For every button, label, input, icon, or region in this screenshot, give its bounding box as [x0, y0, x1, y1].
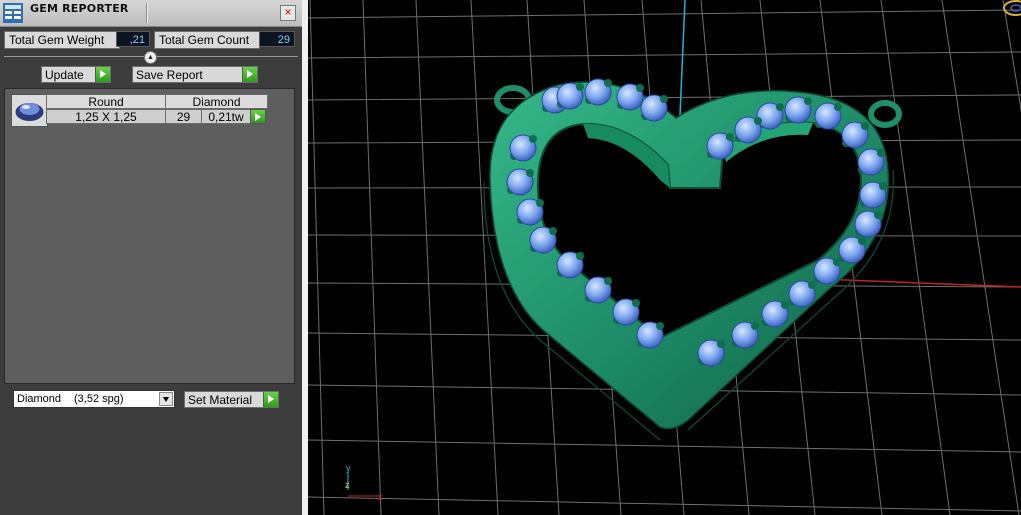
update-button[interactable]: Update [41, 66, 111, 83]
axis-label-x: x [378, 492, 383, 502]
total-gem-weight-label: Total Gem Weight [4, 31, 120, 49]
pendant-bail-right [868, 100, 902, 128]
axis-label-z: z [345, 480, 350, 490]
total-gem-weight-value: ,21 [116, 31, 150, 47]
collapse-button[interactable]: ▲ [144, 51, 157, 64]
gem-row-action-button[interactable] [250, 109, 266, 124]
gem-size: 1,25 X 1,25 [46, 109, 166, 124]
gem-prong [877, 149, 885, 157]
close-icon: × [284, 5, 292, 19]
title-separator [146, 3, 147, 23]
3d-viewport[interactable]: y z x [308, 0, 1021, 515]
gem-prong [776, 103, 784, 111]
orientation-ring-icon[interactable] [1003, 0, 1021, 16]
total-gem-count-value: 29 [259, 31, 295, 47]
gem-prong [604, 277, 612, 285]
material-dropdown[interactable]: Diamond (3,52 spg) [13, 390, 175, 408]
gem-prong [754, 117, 762, 125]
close-button[interactable]: × [280, 5, 296, 21]
gem-prong [604, 79, 612, 87]
material-dropdown-spg: (3,52 spg) [74, 393, 124, 405]
play-arrow-icon [251, 110, 265, 123]
save-report-button-label: Save Report [136, 68, 203, 82]
gem-list[interactable]: Round Diamond 1,25 X 1,25 29 0,21tw [4, 88, 295, 384]
gem-prong [808, 281, 816, 289]
set-material-button[interactable]: Set Material [184, 391, 279, 408]
total-gem-count-label: Total Gem Count [154, 31, 260, 49]
viewport-canvas[interactable]: y z x [308, 0, 1021, 515]
gem-prong [858, 237, 866, 245]
gem-prong [874, 211, 882, 219]
axis-label-y: y [346, 463, 351, 473]
gem-weight: 0,21tw [201, 109, 251, 124]
gem-prong [781, 301, 789, 309]
material-dropdown-name: Diamond [17, 393, 62, 405]
gem-reporter-app-icon [3, 3, 23, 23]
gem-prong [726, 133, 734, 141]
window-title: GEM REPORTER [30, 2, 129, 15]
gem-prong [576, 83, 584, 91]
gem-prong [656, 322, 664, 330]
update-button-label: Update [45, 68, 84, 82]
gem-cut: Round [46, 94, 166, 109]
gem-prong [549, 227, 557, 235]
play-arrow-icon [263, 392, 278, 407]
gem-prong [526, 169, 534, 177]
gem-prong [660, 95, 668, 103]
gem-count: 29 [165, 109, 202, 124]
gem-prong [576, 252, 584, 260]
chevron-up-icon: ▲ [147, 54, 154, 61]
gem-prong [879, 182, 887, 190]
gem-prong [632, 299, 640, 307]
gem-prong [861, 122, 869, 130]
gem-prong [834, 103, 842, 111]
gem-prong [717, 340, 725, 348]
gem-prong [529, 135, 537, 143]
play-arrow-icon [242, 67, 257, 82]
title-bar[interactable]: GEM REPORTER × [0, 0, 302, 27]
axis-triad: y z x [345, 463, 383, 502]
round-gem-icon [11, 94, 48, 127]
set-material-button-label: Set Material [188, 393, 253, 407]
gem-prong [536, 199, 544, 207]
gem-prong [636, 84, 644, 92]
gem-reporter-panel: GEM REPORTER × Total Gem Weight ,21 Tota… [0, 0, 302, 515]
chevron-down-icon[interactable] [159, 392, 173, 406]
gem-material: Diamond [165, 94, 268, 109]
save-report-button[interactable]: Save Report [132, 66, 258, 83]
gem-prong [804, 97, 812, 105]
play-arrow-icon [95, 67, 110, 82]
gem-prong [751, 322, 759, 330]
